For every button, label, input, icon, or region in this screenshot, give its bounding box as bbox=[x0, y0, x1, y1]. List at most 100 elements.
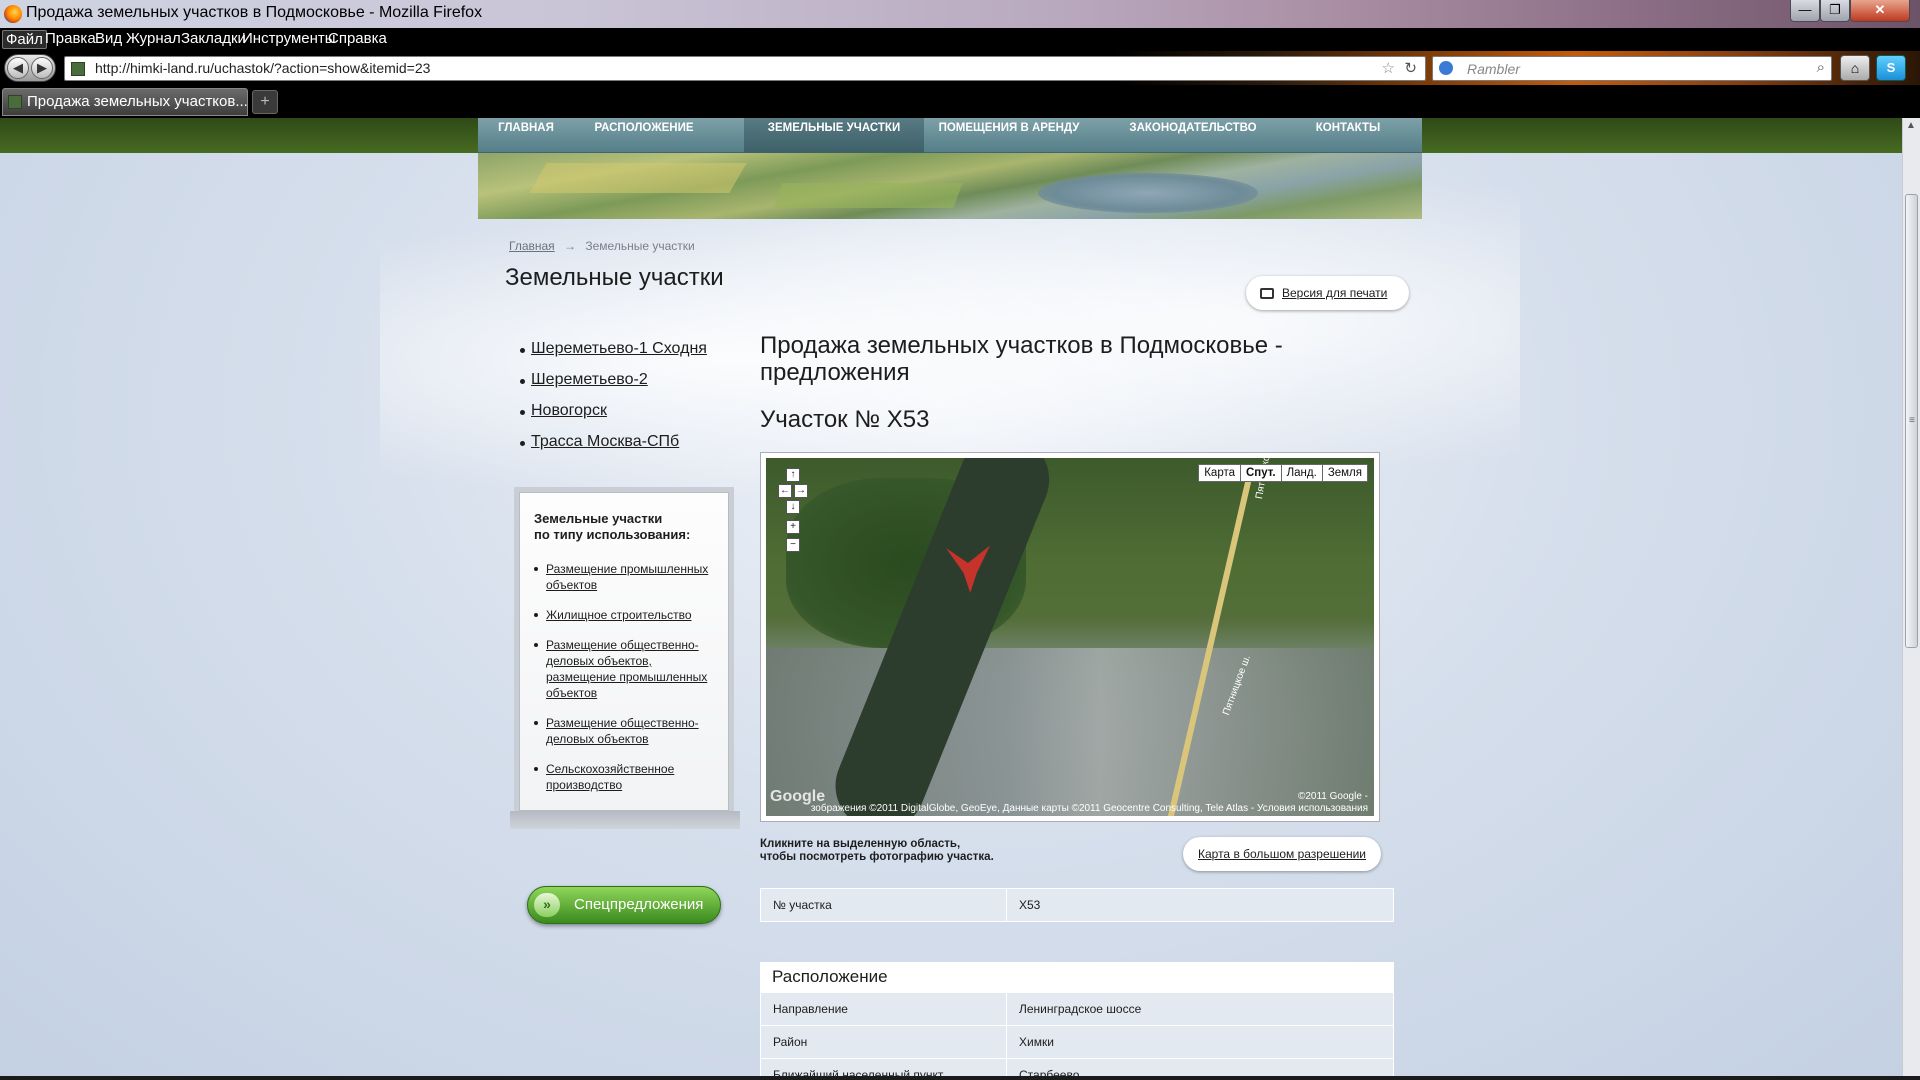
map-type-terrain[interactable]: Ланд. bbox=[1280, 464, 1323, 482]
side-link-moscow-spb[interactable]: Трасса Москва-СПб bbox=[531, 433, 679, 450]
menu-view[interactable]: Вид bbox=[92, 30, 125, 47]
menu-edit[interactable]: Правка bbox=[42, 30, 99, 47]
nav-location[interactable]: РАСПОЛОЖЕНИЕ bbox=[574, 118, 714, 153]
location-table: Направление Ленинградское шоссе Район Хи… bbox=[760, 992, 1394, 1080]
menu-history[interactable]: Журнал bbox=[123, 30, 184, 47]
side-link-sheremetyevo-2[interactable]: Шереметьево-2 bbox=[531, 371, 648, 388]
map-pan-down-icon[interactable]: ↓ bbox=[786, 500, 800, 514]
map-copyright-year: ©2011 Google - bbox=[1297, 791, 1368, 802]
close-window-button[interactable]: ✕ bbox=[1850, 0, 1910, 22]
table-value: Ленинградское шоссе bbox=[1006, 992, 1394, 1026]
minimize-button[interactable]: — bbox=[1790, 0, 1820, 22]
special-offers-button[interactable]: » Спецпредложения bbox=[527, 886, 721, 924]
firefox-logo-icon bbox=[4, 5, 22, 23]
scrollbar-thumb[interactable]: ≡ bbox=[1905, 194, 1918, 648]
usage-link-business-industrial[interactable]: Размещение общественно-деловых объектов,… bbox=[546, 638, 707, 700]
home-button[interactable]: ⌂ bbox=[1840, 55, 1870, 81]
table-row: Район Химки bbox=[760, 1025, 1394, 1059]
breadcrumb-current: Земельные участки bbox=[585, 239, 695, 253]
menu-bar: Файл Правка Вид Журнал Закладки Инструме… bbox=[0, 28, 1920, 51]
breadcrumb-separator: → bbox=[564, 239, 577, 253]
table-key: № участка bbox=[760, 888, 1007, 922]
side-link-novogorsk[interactable]: Новогорск bbox=[531, 402, 607, 419]
usage-list-item: Сельскохозяйственное производство bbox=[534, 761, 718, 793]
menu-help[interactable]: Справка bbox=[325, 30, 390, 47]
table-key: Район bbox=[760, 1025, 1007, 1059]
tab-favicon-icon bbox=[8, 95, 22, 109]
nav-land-plots[interactable]: ЗЕМЕЛЬНЫЕ УЧАСТКИ bbox=[744, 118, 924, 153]
print-version-button[interactable]: Версия для печати bbox=[1246, 276, 1409, 310]
map-copyright[interactable]: зображения ©2011 DigitalGlobe, GeoEye, Д… bbox=[766, 803, 1374, 814]
back-button[interactable]: ◀ bbox=[7, 57, 29, 79]
banner-lake bbox=[1038, 173, 1258, 213]
large-map-link[interactable]: Карта в большом разрешении bbox=[1198, 847, 1366, 861]
side-link-item: Трасса Москва-СПб bbox=[520, 433, 720, 451]
table-value: Химки bbox=[1006, 1025, 1394, 1059]
reload-icon[interactable]: ↻ bbox=[1404, 59, 1417, 77]
forward-button[interactable]: ▶ bbox=[31, 57, 53, 79]
printer-icon bbox=[1260, 288, 1274, 299]
print-version-link[interactable]: Версия для печати bbox=[1282, 286, 1387, 300]
nav-home[interactable]: ГЛАВНАЯ bbox=[478, 118, 574, 153]
map-pan-up-icon[interactable]: ↑ bbox=[786, 468, 800, 482]
nav-contacts[interactable]: КОНТАКТЫ bbox=[1298, 118, 1398, 153]
vertical-scrollbar[interactable]: ▲ ≡ bbox=[1902, 118, 1920, 1080]
map-frame: Пятницкое Пятницкое ш. ↑ ← → ↓ + − Карта… bbox=[760, 452, 1380, 822]
map-type-earth[interactable]: Земля bbox=[1321, 464, 1368, 482]
map-pan-left-icon[interactable]: ← bbox=[778, 484, 792, 498]
usage-box-title: Земельные участки по типу использования: bbox=[534, 511, 714, 543]
side-link-item: Шереметьево-1 Сходня bbox=[520, 340, 720, 358]
scrollbar-grip-icon: ≡ bbox=[1909, 415, 1915, 426]
usage-link-agriculture[interactable]: Сельскохозяйственное производство bbox=[546, 762, 674, 792]
tab-strip: Продажа земельных участков... + bbox=[0, 85, 1920, 118]
plot-info-table: № участка X53 bbox=[760, 888, 1394, 922]
main-heading: Продажа земельных участков в Подмосковье… bbox=[760, 332, 1283, 386]
large-map-button[interactable]: Карта в большом разрешении bbox=[1183, 837, 1381, 871]
usage-list-item: Размещение промышленных объектов bbox=[534, 561, 718, 593]
window-titlebar: Продажа земельных участков в Подмосковье… bbox=[0, 0, 1920, 28]
breadcrumb-home-link[interactable]: Главная bbox=[509, 239, 555, 253]
site-navigation: ГЛАВНАЯ РАСПОЛОЖЕНИЕ ЗЕМЕЛЬНЫЕ УЧАСТКИ П… bbox=[478, 118, 1422, 153]
special-offers-label: Спецпредложения bbox=[574, 896, 704, 913]
navigation-toolbar: ◀ ▶ http://himki-land.ru/uchastok/?actio… bbox=[0, 51, 1920, 85]
search-bar[interactable]: Rambler ⌕ bbox=[1432, 56, 1832, 81]
usage-link-business[interactable]: Размещение общественно-деловых объектов bbox=[546, 716, 699, 746]
map-zoom-in-icon[interactable]: + bbox=[786, 520, 800, 534]
map-hint-line-2: чтобы посмотреть фотографию участка. bbox=[760, 851, 994, 863]
table-key: Направление bbox=[760, 992, 1007, 1026]
map-hint: Кликните на выделенную область, чтобы по… bbox=[760, 838, 994, 864]
search-icon[interactable]: ⌕ bbox=[1817, 59, 1825, 76]
map-pan-right-icon[interactable]: → bbox=[794, 484, 808, 498]
side-link-sheremetyevo-1[interactable]: Шереметьево-1 Сходня bbox=[531, 340, 707, 357]
map-type-selector: Карта Спут. Ланд. Земля bbox=[1198, 464, 1368, 482]
satellite-map[interactable]: Пятницкое Пятницкое ш. ↑ ← → ↓ + − Карта… bbox=[766, 458, 1374, 816]
usage-list-item: Размещение общественно-деловых объектов,… bbox=[534, 637, 718, 701]
side-link-item: Новогорск bbox=[520, 402, 720, 420]
address-bar[interactable]: http://himki-land.ru/uchastok/?action=sh… bbox=[64, 56, 1426, 81]
map-type-satellite[interactable]: Спут. bbox=[1240, 464, 1282, 482]
map-zoom-out-icon[interactable]: − bbox=[786, 538, 800, 552]
scroll-up-icon[interactable]: ▲ bbox=[1906, 120, 1916, 131]
menu-tools[interactable]: Инструменты bbox=[239, 30, 339, 47]
nav-rent[interactable]: ПОМЕЩЕНИЯ В АРЕНДУ bbox=[924, 118, 1094, 153]
bookmark-star-icon[interactable]: ☆ bbox=[1382, 59, 1395, 77]
window-title: Продажа земельных участков в Подмосковье… bbox=[26, 4, 483, 21]
usage-list-item: Жилищное строительство bbox=[534, 607, 718, 623]
tab-title: Продажа земельных участков... bbox=[27, 93, 248, 110]
banner-field bbox=[773, 183, 963, 208]
header-banner-image bbox=[478, 153, 1422, 219]
nav-legislation[interactable]: ЗАКОНОДАТЕЛЬСТВО bbox=[1118, 118, 1268, 153]
search-engine-icon[interactable] bbox=[1439, 61, 1453, 75]
site-favicon-icon bbox=[71, 62, 85, 76]
new-tab-button[interactable]: + bbox=[252, 90, 278, 114]
tab-active[interactable]: Продажа земельных участков... bbox=[2, 88, 248, 116]
usage-list: Размещение промышленных объектов Жилищно… bbox=[534, 561, 718, 807]
search-placeholder: Rambler bbox=[1467, 61, 1520, 77]
usage-link-industrial[interactable]: Размещение промышленных объектов bbox=[546, 562, 708, 592]
maximize-button[interactable]: ❐ bbox=[1820, 0, 1850, 22]
usage-link-housing[interactable]: Жилищное строительство bbox=[546, 608, 692, 622]
map-type-map[interactable]: Карта bbox=[1198, 464, 1241, 482]
addon-button[interactable]: S bbox=[1876, 55, 1906, 81]
usage-type-box: Земельные участки по типу использования:… bbox=[519, 492, 729, 811]
menu-file[interactable]: Файл bbox=[2, 30, 47, 49]
